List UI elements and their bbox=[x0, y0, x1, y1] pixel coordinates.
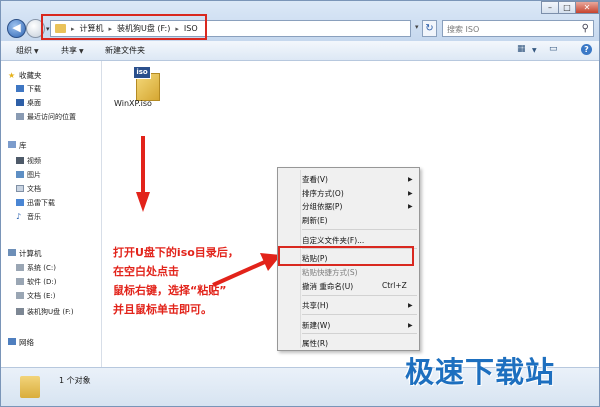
annotation-line: 鼠标右键，选择“粘贴” bbox=[113, 284, 227, 297]
drive-d-icon bbox=[16, 278, 24, 285]
nav-network[interactable]: 网络 bbox=[19, 337, 34, 348]
search-icon[interactable]: ⚲ bbox=[582, 23, 589, 34]
annotation-line: 打开U盘下的iso目录后， bbox=[113, 246, 239, 259]
submenu-arrow-icon: ▶ bbox=[408, 203, 413, 210]
chevron-down-icon: ▼ bbox=[34, 48, 39, 55]
menu-item-paste-shortcut[interactable]: 粘贴快捷方式(S) bbox=[302, 267, 358, 278]
minimize-button[interactable]: – bbox=[541, 1, 559, 14]
download-folder-icon bbox=[16, 85, 24, 92]
folder-icon bbox=[20, 376, 40, 398]
chevron-down-icon: ▼ bbox=[79, 48, 84, 55]
nav-favorites[interactable]: 收藏夹 bbox=[19, 70, 42, 81]
nav-computer[interactable]: 计算机 bbox=[19, 248, 42, 259]
iso-badge: iso bbox=[133, 66, 151, 79]
back-button[interactable]: ◀ bbox=[7, 19, 26, 38]
annotation-arrow-down bbox=[136, 136, 150, 212]
title-bar: ◀ ▾ ▸ 计算机 ▸ 装机狗U盘 (F:) ▸ ISO ▾ ↻ 搜索 ISO … bbox=[1, 1, 599, 41]
nav-library-thunder[interactable]: 迅雷下载 bbox=[27, 198, 55, 208]
undo-shortcut: Ctrl+Z bbox=[382, 281, 407, 290]
share-menu[interactable]: 共享 ▼ bbox=[61, 45, 84, 56]
menu-item-properties[interactable]: 属性(R) bbox=[302, 338, 328, 349]
pictures-icon bbox=[16, 171, 24, 178]
thunder-download-icon bbox=[16, 199, 24, 206]
command-bar: 组织 ▼ 共享 ▼ 新建文件夹 ▦ ▼ ▭ ? bbox=[1, 41, 599, 61]
menu-item-group-by[interactable]: 分组依据(P) bbox=[302, 201, 342, 212]
desktop-icon bbox=[16, 99, 24, 106]
annotation-text: 打开U盘下的iso目录后， 在空白处点击 鼠标右键，选择“粘贴” 并且鼠标单击即… bbox=[113, 243, 239, 319]
chevron-down-icon[interactable]: ▼ bbox=[532, 47, 537, 54]
network-icon bbox=[8, 338, 16, 345]
music-icon: ♪ bbox=[16, 212, 22, 221]
navigation-pane: ★ 收藏夹 下载 桌面 最近访问的位置 库 视频 图片 文档 迅雷下载 ♪ 音乐… bbox=[1, 61, 102, 367]
drive-e-icon bbox=[16, 292, 24, 299]
submenu-arrow-icon: ▶ bbox=[408, 176, 413, 183]
address-highlight-box bbox=[41, 14, 207, 40]
preview-pane-icon[interactable]: ▭ bbox=[549, 44, 558, 54]
address-dropdown-icon[interactable]: ▾ bbox=[415, 23, 419, 31]
drive-c-icon bbox=[16, 264, 24, 271]
menu-separator bbox=[302, 314, 417, 315]
menu-separator bbox=[302, 333, 417, 334]
view-options-icon[interactable]: ▦ bbox=[517, 44, 526, 54]
nav-drive-d[interactable]: 软件 (D:) bbox=[27, 277, 56, 287]
submenu-arrow-icon: ▶ bbox=[408, 322, 413, 329]
menu-item-share[interactable]: 共享(H) bbox=[302, 300, 329, 311]
nav-favorites-recent[interactable]: 最近访问的位置 bbox=[27, 112, 76, 122]
new-folder-button[interactable]: 新建文件夹 bbox=[105, 45, 145, 56]
explorer-window: ◀ ▾ ▸ 计算机 ▸ 装机狗U盘 (F:) ▸ ISO ▾ ↻ 搜索 ISO … bbox=[0, 0, 600, 407]
file-name[interactable]: WinXP.iso bbox=[114, 99, 152, 108]
watermark: 极速下载站 bbox=[405, 355, 556, 389]
library-icon bbox=[8, 141, 16, 148]
item-count: 1 个对象 bbox=[59, 376, 91, 385]
nav-library-music[interactable]: 音乐 bbox=[27, 212, 41, 222]
nav-drive-e[interactable]: 文档 (E:) bbox=[27, 291, 55, 301]
maximize-button[interactable]: □ bbox=[558, 1, 576, 14]
nav-drive-f[interactable]: 装机狗U盘 (F:) bbox=[27, 307, 74, 317]
submenu-arrow-icon: ▶ bbox=[408, 302, 413, 309]
organize-menu[interactable]: 组织 ▼ bbox=[16, 45, 39, 56]
nav-library-videos[interactable]: 视频 bbox=[27, 156, 41, 166]
search-box[interactable]: 搜索 ISO ⚲ bbox=[442, 20, 594, 37]
annotation-line: 并且鼠标单击即可。 bbox=[113, 303, 212, 316]
menu-item-sort-by[interactable]: 排序方式(O) bbox=[302, 188, 344, 199]
refresh-button[interactable]: ↻ bbox=[422, 20, 437, 37]
paste-highlight-box bbox=[278, 246, 414, 266]
menu-item-new[interactable]: 新建(W) bbox=[302, 320, 330, 331]
recent-places-icon bbox=[16, 113, 24, 120]
nav-drive-c[interactable]: 系统 (C:) bbox=[27, 263, 56, 273]
menu-item-undo-rename[interactable]: 撤消 重命名(U) bbox=[302, 281, 353, 292]
nav-libraries[interactable]: 库 bbox=[19, 140, 27, 151]
help-icon[interactable]: ? bbox=[581, 44, 592, 55]
close-button[interactable]: ✕ bbox=[575, 1, 599, 14]
documents-icon bbox=[16, 185, 24, 192]
submenu-arrow-icon: ▶ bbox=[408, 190, 413, 197]
nav-library-documents[interactable]: 文档 bbox=[27, 184, 41, 194]
search-input[interactable]: 搜索 ISO bbox=[447, 24, 479, 35]
menu-item-refresh[interactable]: 刷新(E) bbox=[302, 215, 328, 226]
usb-drive-icon bbox=[16, 308, 24, 315]
share-label: 共享 bbox=[61, 46, 77, 55]
menu-item-customize-folder[interactable]: 自定义文件夹(F)... bbox=[302, 235, 364, 246]
organize-label: 组织 bbox=[16, 46, 32, 55]
menu-item-view[interactable]: 查看(V) bbox=[302, 174, 328, 185]
annotation-line: 在空白处点击 bbox=[113, 265, 179, 278]
nav-favorites-downloads[interactable]: 下载 bbox=[27, 84, 41, 94]
nav-library-pictures[interactable]: 图片 bbox=[27, 170, 41, 180]
star-icon: ★ bbox=[8, 71, 16, 80]
menu-separator bbox=[302, 295, 417, 296]
menu-separator bbox=[302, 229, 417, 230]
video-icon bbox=[16, 157, 24, 164]
iso-file-icon[interactable]: iso bbox=[119, 66, 160, 101]
computer-icon bbox=[8, 249, 16, 256]
nav-favorites-desktop[interactable]: 桌面 bbox=[27, 98, 41, 108]
